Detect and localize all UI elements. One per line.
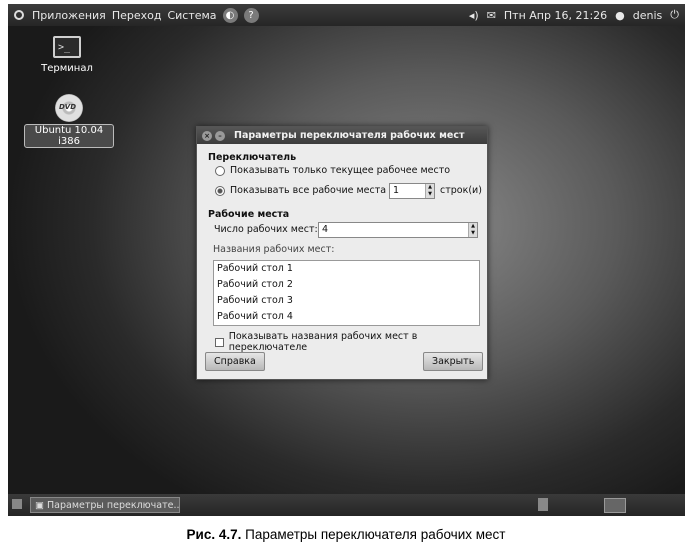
figure-caption: Рис. 4.7. Параметры переключателя рабочи… xyxy=(0,527,692,542)
caption-text: Параметры переключателя рабочих мест xyxy=(241,527,506,542)
desktop-screen: Приложения Переход Система ◐ ? ◂) ✉ Птн … xyxy=(8,4,685,516)
spinner-arrows-icon[interactable]: ▲ ▼ xyxy=(425,184,434,198)
mail-icon[interactable]: ✉ xyxy=(487,9,496,22)
user-name[interactable]: denis xyxy=(633,9,663,22)
show-names-checkbox[interactable] xyxy=(215,337,224,347)
show-names-label: Показывать названия рабочих мест в перек… xyxy=(228,331,418,353)
count-label: Число рабочих мест: xyxy=(214,224,318,235)
dvd-icon: DVD xyxy=(55,94,83,122)
menu-applications[interactable]: Приложения xyxy=(32,9,106,22)
minimize-icon[interactable]: – xyxy=(215,130,225,141)
radio-all-label: Показывать все рабочие места в xyxy=(230,185,395,196)
count-value: 4 xyxy=(322,224,329,235)
switcher-heading: Переключатель xyxy=(208,152,297,163)
list-item[interactable]: Рабочий стол 1 xyxy=(214,261,479,277)
dialog-titlebar[interactable]: × – Параметры переключателя рабочих мест xyxy=(197,127,487,144)
power-icon[interactable]: ⏻ xyxy=(670,8,679,22)
menu-places[interactable]: Переход xyxy=(112,9,162,22)
list-item[interactable]: Рабочий стол 2 xyxy=(214,277,479,293)
top-panel: Приложения Переход Система ◐ ? ◂) ✉ Птн … xyxy=(8,4,685,26)
volume-icon[interactable]: ◂) xyxy=(469,9,479,22)
rows-spinner[interactable]: 1 ▲ ▼ xyxy=(389,183,435,199)
show-desktop-icon[interactable] xyxy=(12,499,22,509)
close-icon[interactable]: × xyxy=(202,130,212,141)
radio-all[interactable] xyxy=(215,185,225,196)
clock[interactable]: Птн Апр 16, 21:26 xyxy=(504,9,607,22)
spinner-arrows-icon[interactable]: ▲ ▼ xyxy=(468,223,477,237)
workspaces-heading: Рабочие места xyxy=(208,209,290,220)
radio-current[interactable] xyxy=(215,165,225,176)
firefox-icon[interactable]: ◐ xyxy=(222,7,238,23)
close-button[interactable]: Закрыть xyxy=(423,352,484,371)
window-icon: ▣ xyxy=(35,500,47,511)
radio-current-row[interactable]: Показывать только текущее рабочее место xyxy=(215,165,450,176)
taskbar-item-label: Параметры переключате... xyxy=(47,500,180,511)
trash-icon[interactable] xyxy=(538,498,548,511)
caption-prefix: Рис. 4.7. xyxy=(186,527,242,542)
user-icon: ● xyxy=(615,8,625,22)
terminal-launcher[interactable]: >_ Терминал xyxy=(38,36,96,74)
radio-all-row[interactable]: Показывать все рабочие места в xyxy=(215,185,395,196)
dialog-title: Параметры переключателя рабочих мест xyxy=(234,130,465,141)
workspace-switcher[interactable] xyxy=(604,498,626,513)
show-names-row[interactable]: Показывать названия рабочих мест в перек… xyxy=(215,331,487,353)
terminal-icon: >_ xyxy=(53,36,81,58)
workspace-names-list[interactable]: Рабочий стол 1 Рабочий стол 2 Рабочий ст… xyxy=(213,260,480,326)
workspace-switcher-dialog: × – Параметры переключателя рабочих мест… xyxy=(196,126,488,380)
rows-suffix: строк(и) xyxy=(440,185,482,196)
list-item[interactable]: Рабочий стол 4 xyxy=(214,309,479,325)
help-icon[interactable]: ? xyxy=(243,7,259,23)
list-item[interactable]: Рабочий стол 3 xyxy=(214,293,479,309)
ubuntu-logo-icon[interactable] xyxy=(12,8,26,22)
radio-current-label: Показывать только текущее рабочее место xyxy=(230,165,451,176)
dvd-launcher[interactable]: DVD Ubuntu 10.04 i386 xyxy=(24,94,114,148)
bottom-panel: ▣ Параметры переключате... xyxy=(8,494,685,516)
dvd-label: Ubuntu 10.04 i386 xyxy=(24,124,114,148)
count-spinner[interactable]: 4 ▲ ▼ xyxy=(318,222,478,238)
names-label: Названия рабочих мест: xyxy=(213,244,335,255)
rows-value: 1 xyxy=(393,185,400,196)
taskbar-item[interactable]: ▣ Параметры переключате... xyxy=(30,497,180,513)
terminal-label: Терминал xyxy=(41,63,93,74)
menu-system[interactable]: Система xyxy=(167,9,216,22)
help-button[interactable]: Справка xyxy=(205,352,265,371)
dvd-badge: DVD xyxy=(59,103,77,111)
